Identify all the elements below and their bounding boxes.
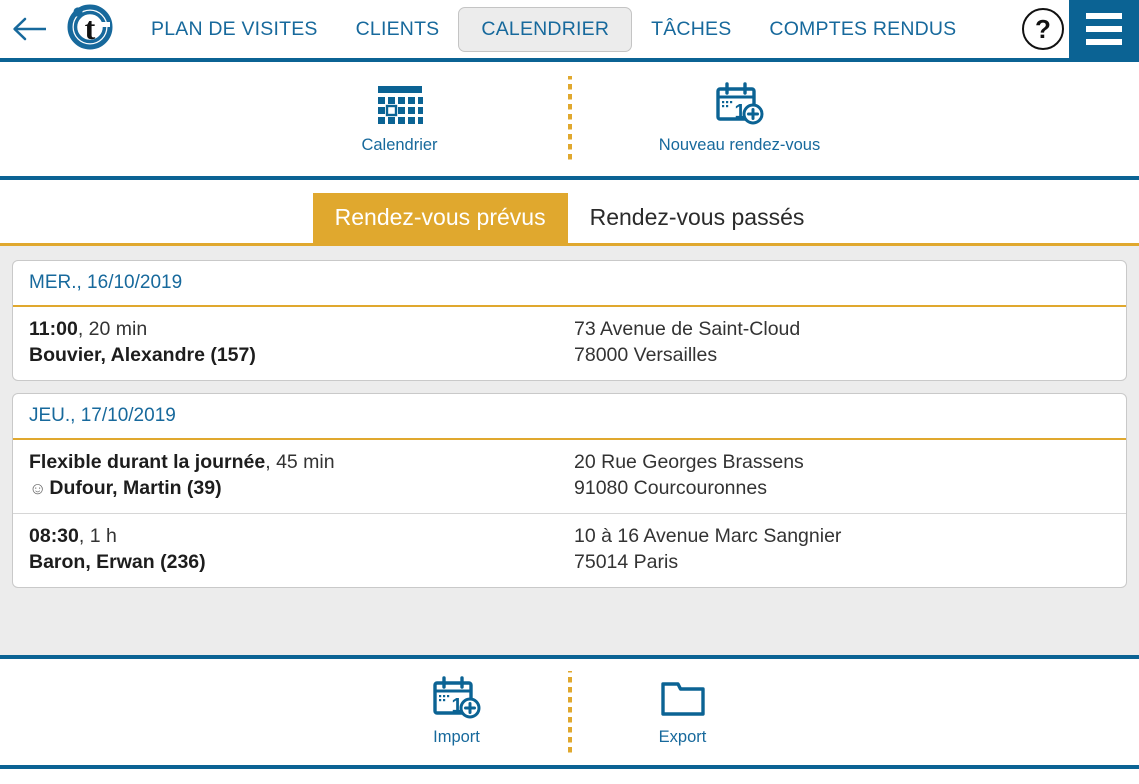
appointment-client: Bouvier, Alexandre (157) [29, 343, 256, 366]
footer-toolbar-divider [567, 671, 572, 753]
export-button-label: Export [658, 728, 707, 746]
t-brand-logo-icon: t [65, 2, 115, 57]
calendar-grid-icon [375, 83, 425, 127]
appointment-duration: 1 h [89, 524, 117, 547]
hamburger-menu-button[interactable] [1069, 0, 1139, 60]
footer-toolbar-group: 1 Import Export [382, 671, 758, 753]
import-button-label: Import [433, 728, 480, 746]
appointment-row[interactable]: 11:00, 20 min Bouvier, Alexandre (157) 7… [13, 307, 1126, 380]
appointment-time-line: 11:00, 20 min [29, 317, 574, 343]
appointment-row[interactable]: Flexible durant la journée, 45 min ☺ Dufo… [13, 440, 1126, 513]
action-toolbar-group: Calendrier 1 Nouveau rendez-vous [270, 76, 870, 162]
appointment-time-comma: , [77, 318, 89, 340]
appointment-duration: 20 min [88, 318, 148, 340]
hamburger-menu-icon-bar-1 [1086, 13, 1122, 19]
calendar-add-icon: 1 [431, 676, 483, 721]
footer-toolbar: 1 Import Export [0, 655, 1139, 769]
calendar-add-icon: 1 [714, 82, 766, 127]
nouveau-rendez-vous-action-label: Nouveau rendez-vous [658, 136, 821, 154]
appointment-client-line: ☺ Dufour, Martin (39) [29, 476, 574, 502]
action-toolbar: Calendrier 1 Nouveau rendez-vous [0, 62, 1139, 180]
appointment-time: 11:00 [29, 318, 78, 340]
appointment-tabs: Rendez-vous prévus Rendez-vous passés [0, 180, 1139, 246]
nav-item-clients[interactable]: CLIENTS [337, 8, 459, 51]
nav-item-taches[interactable]: TÂCHES [632, 8, 750, 51]
appointment-address-street: 73 Avenue de Saint-Cloud [574, 318, 801, 340]
calendrier-action-label: Calendrier [361, 136, 438, 154]
appointment-address-city: 91080 Courcouronnes [574, 476, 767, 499]
nouveau-rendez-vous-action-button[interactable]: 1 Nouveau rendez-vous [610, 76, 870, 162]
export-button[interactable]: Export [608, 671, 758, 753]
appointment-address-street: 20 Rue Georges Brassens [574, 450, 804, 473]
appointment-main: 08:30, 1 h Baron, Erwan (236) [29, 524, 574, 576]
main-nav-items: PLAN DE VISITES CLIENTS CALENDRIER TÂCHE… [118, 0, 1017, 60]
back-arrow-icon [12, 15, 50, 43]
nav-item-comptes-rendus[interactable]: COMPTES RENDUS [750, 8, 975, 51]
appointment-time-line: Flexible durant la journée, 45 min [29, 450, 574, 476]
top-navigation-bar: t PLAN DE VISITES CLIENTS CALENDRIER TÂC… [0, 0, 1139, 62]
appointment-main: Flexible durant la journée, 45 min ☺ Dufo… [29, 450, 574, 502]
appointment-row[interactable]: 08:30, 1 h Baron, Erwan (236) 10 à 16 Av… [13, 512, 1126, 587]
help-button[interactable]: ? [1017, 0, 1069, 60]
import-button[interactable]: 1 Import [382, 671, 532, 753]
day-header-date: MER., 16/10/2019 [13, 261, 1126, 307]
appointment-address: 20 Rue Georges Brassens 91080 Courcouron… [574, 450, 1110, 502]
appointment-address: 73 Avenue de Saint-Cloud 78000 Versaille… [574, 317, 1110, 369]
tab-strip: Rendez-vous prévus Rendez-vous passés [312, 193, 827, 243]
appointment-address-city: 75014 Paris [574, 550, 679, 573]
tab-rendez-vous-prevus[interactable]: Rendez-vous prévus [312, 193, 568, 243]
appointment-time-comma: , [265, 450, 277, 473]
appointment-address-city: 78000 Versailles [574, 343, 718, 366]
hamburger-menu-icon-bar-2 [1086, 26, 1122, 32]
hamburger-menu-icon-bar-3 [1086, 39, 1122, 45]
day-header-date: JEU., 17/10/2019 [13, 394, 1126, 440]
appointments-list: MER., 16/10/2019 11:00, 20 min Bouvier, … [0, 246, 1139, 655]
folder-icon [659, 677, 707, 721]
back-button[interactable] [0, 0, 62, 60]
nav-item-plan-de-visites[interactable]: PLAN DE VISITES [132, 8, 337, 51]
day-card: JEU., 17/10/2019 Flexible durant la jour… [12, 392, 1127, 588]
appointment-duration: 45 min [276, 450, 335, 473]
nav-item-calendrier[interactable]: CALENDRIER [458, 6, 633, 52]
brand-logo[interactable]: t [62, 0, 118, 60]
appointment-client: Dufour, Martin (39) [49, 476, 222, 499]
smiley-face-icon: ☺ [29, 478, 47, 498]
appointment-address-street: 10 à 16 Avenue Marc Sangnier [574, 524, 842, 547]
appointment-address: 10 à 16 Avenue Marc Sangnier 75014 Paris [574, 524, 1110, 576]
svg-text:t: t [85, 10, 96, 46]
tab-rendez-vous-passes[interactable]: Rendez-vous passés [568, 193, 827, 243]
appointment-time: Flexible durant la journée [29, 450, 266, 473]
appointment-main: 11:00, 20 min Bouvier, Alexandre (157) [29, 317, 574, 369]
appointment-time: 08:30 [29, 524, 79, 547]
appointment-time-line: 08:30, 1 h [29, 524, 574, 550]
calendrier-action-button[interactable]: Calendrier [270, 76, 530, 162]
appointment-client: Baron, Erwan (236) [29, 550, 206, 573]
action-toolbar-divider [567, 76, 572, 162]
question-mark-icon: ? [1022, 8, 1064, 50]
appointment-time-comma: , [78, 524, 90, 547]
day-card: MER., 16/10/2019 11:00, 20 min Bouvier, … [12, 260, 1127, 381]
